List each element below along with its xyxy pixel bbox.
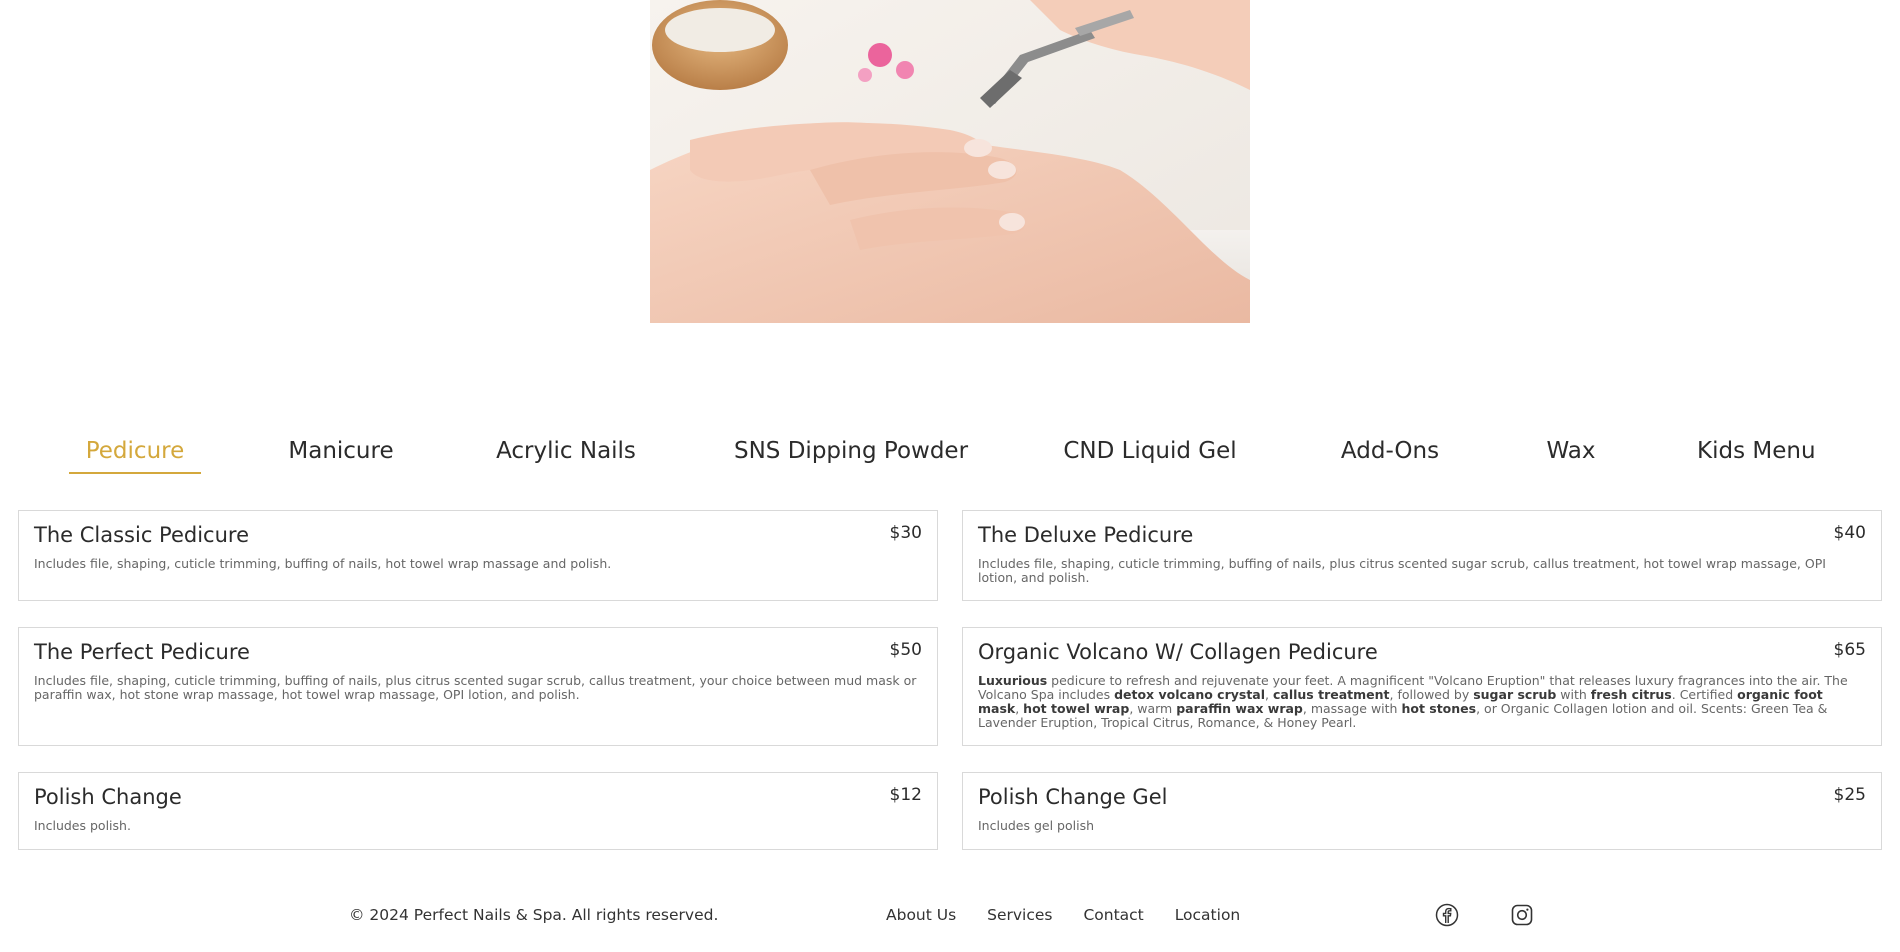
highlight-text: Luxurious — [978, 673, 1048, 688]
service-description: Includes file, shaping, cuticle trimming… — [978, 556, 1826, 585]
service-price: $65 — [1833, 640, 1866, 660]
service-description: Includes gel polish — [978, 818, 1095, 833]
highlight-text: detox volcano crystal — [1114, 687, 1266, 702]
service-description: Includes file, shaping, cuticle trimming… — [34, 556, 612, 571]
tab-kids-menu[interactable]: Kids Menu — [1697, 428, 1816, 474]
tab-pedicure[interactable]: Pedicure — [69, 428, 201, 474]
service-card-deluxe-pedicure: The Deluxe Pedicure $40 Includes file, s… — [962, 510, 1882, 601]
service-title: The Deluxe Pedicure — [978, 523, 1194, 547]
instagram-icon[interactable] — [1510, 903, 1534, 927]
tab-wax[interactable]: Wax — [1541, 428, 1601, 474]
service-card-organic-volcano-pedicure: Organic Volcano W/ Collagen Pedicure $65… — [962, 627, 1882, 746]
service-price: $50 — [889, 640, 922, 660]
footer-link-contact[interactable]: Contact — [1083, 906, 1143, 924]
highlight-text: paraffin wax wrap — [1176, 701, 1303, 716]
service-card-perfect-pedicure: The Perfect Pedicure $50 Includes file, … — [18, 627, 938, 746]
description-text: , followed by — [1389, 687, 1474, 702]
service-title: The Classic Pedicure — [34, 523, 249, 547]
description-text: . Certified — [1671, 687, 1738, 702]
highlight-text: sugar scrub — [1473, 687, 1557, 702]
page: Pedicure Manicure Acrylic Nails SNS Dipp… — [0, 0, 1900, 952]
service-title: Polish Change — [34, 785, 182, 809]
service-description: Includes file, shaping, cuticle trimming… — [34, 673, 917, 702]
service-title: The Perfect Pedicure — [34, 640, 250, 664]
service-price: $12 — [889, 785, 922, 805]
tab-acrylic-nails[interactable]: Acrylic Nails — [495, 428, 637, 474]
highlight-text: hot towel wrap — [1023, 701, 1130, 716]
footer-link-about-us[interactable]: About Us — [886, 906, 956, 924]
service-title: Organic Volcano W/ Collagen Pedicure — [978, 640, 1378, 664]
active-tab-underline — [69, 472, 201, 474]
service-description: Includes polish. — [34, 818, 131, 833]
description-text: , — [1015, 701, 1024, 716]
highlight-text: fresh citrus — [1590, 687, 1672, 702]
service-title: Polish Change Gel — [978, 785, 1168, 809]
footer-nav: About Us Services Contact Location — [886, 906, 1266, 924]
description-text: , warm — [1129, 701, 1177, 716]
service-card-classic-pedicure: The Classic Pedicure $30 Includes file, … — [18, 510, 938, 601]
highlight-text: callus treatment — [1272, 687, 1390, 702]
tab-cnd-liquid-gel[interactable]: CND Liquid Gel — [1060, 428, 1240, 474]
service-card-polish-change: Polish Change $12 Includes polish. — [18, 772, 938, 850]
description-text: , massage with — [1302, 701, 1402, 716]
footer-link-services[interactable]: Services — [987, 906, 1052, 924]
description-text: with — [1556, 687, 1591, 702]
facebook-icon[interactable] — [1435, 903, 1459, 927]
description-text: , — [1265, 687, 1273, 702]
service-category-tabs: Pedicure Manicure Acrylic Nails SNS Dipp… — [0, 428, 1900, 476]
highlight-text: hot stones — [1401, 701, 1477, 716]
tab-manicure[interactable]: Manicure — [282, 428, 400, 474]
footer-copyright: © 2024 Perfect Nails & Spa. All rights r… — [349, 906, 719, 924]
manicure-hero-image — [650, 0, 1250, 323]
service-description: Luxurious pedicure to refresh and rejuve… — [978, 674, 1866, 730]
tab-add-ons[interactable]: Add-Ons — [1336, 428, 1444, 474]
tab-sns-dipping-powder[interactable]: SNS Dipping Powder — [734, 428, 968, 474]
service-price: $30 — [889, 523, 922, 543]
service-price: $40 — [1833, 523, 1866, 543]
service-card-polish-change-gel: Polish Change Gel $25 Includes gel polis… — [962, 772, 1882, 850]
service-price: $25 — [1833, 785, 1866, 805]
footer-link-location[interactable]: Location — [1175, 906, 1241, 924]
